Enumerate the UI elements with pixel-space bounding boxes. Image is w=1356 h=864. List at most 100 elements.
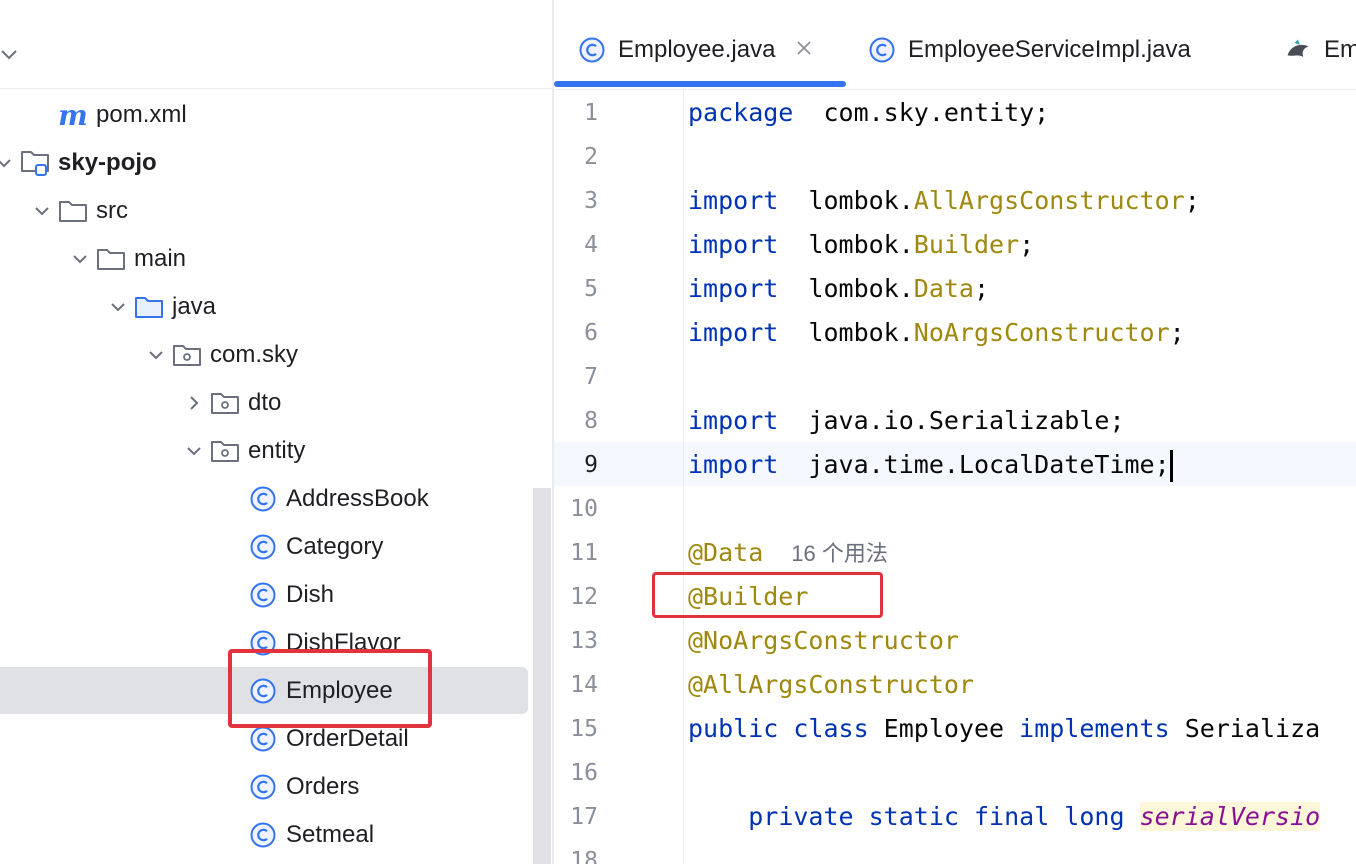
chevron-down-icon[interactable]	[70, 249, 90, 269]
code-line[interactable]: import lombok.AllArgsConstructor;	[688, 179, 1200, 223]
code-line[interactable]: import lombok.Data;	[688, 267, 989, 311]
package-icon	[210, 436, 240, 466]
code-line[interactable]: @NoArgsConstructor	[688, 619, 959, 663]
line-number: 18	[570, 848, 598, 864]
code-token: lombok.	[778, 318, 914, 347]
tab-label: Employee.java	[618, 36, 776, 63]
tab-employee-java[interactable]: Employee.java	[578, 30, 813, 70]
usages-hint[interactable]: 16 个用法	[791, 541, 888, 566]
class-icon	[248, 820, 278, 850]
tree-node-label: Setmeal	[286, 821, 375, 848]
code-line[interactable]: private static final long serialVersio	[688, 795, 1321, 839]
folder-icon	[58, 196, 88, 226]
code-token: lombok.	[778, 186, 914, 215]
keyword-token: import	[688, 318, 779, 347]
field-token: serialVersio	[1139, 802, 1321, 831]
tab-employeeserviceimpl-java[interactable]: EmployeeServiceImpl.java	[868, 30, 1191, 70]
chevron-down-icon[interactable]	[32, 201, 52, 221]
tree-node-category[interactable]: Category	[0, 523, 528, 571]
tab-em[interactable]: Em	[1284, 30, 1356, 70]
tree-node-label: src	[96, 197, 128, 224]
keyword-token: import	[688, 186, 779, 215]
line-number: 5	[584, 276, 598, 302]
tree-node-label: AddressBook	[286, 485, 429, 512]
code-token: java.time.LocalDateTime;	[778, 450, 1170, 479]
chevron-down-icon[interactable]	[0, 44, 20, 71]
tree-node-label: Category	[286, 533, 384, 560]
code-line[interactable]: import lombok.NoArgsConstructor;	[688, 311, 1185, 355]
chevron-down-icon[interactable]	[184, 441, 204, 461]
line-number: 10	[570, 496, 598, 522]
code-token: java.io.Serializable;	[778, 406, 1125, 435]
tree-node-label: dto	[248, 389, 282, 416]
tree-node-pom-xml[interactable]: m pom.xml	[0, 91, 528, 139]
tree-scrollbar[interactable]	[533, 488, 551, 864]
tree-node-sky-pojo[interactable]: sky-pojo	[0, 139, 528, 187]
tree-node-src[interactable]: src	[0, 187, 528, 235]
project-tree-panel: m pom.xml sky-pojo src main java com.sky dto ent…	[0, 0, 552, 864]
tree-node-main[interactable]: main	[0, 235, 528, 283]
keyword-token: import	[688, 274, 779, 303]
code-token: com.sky.entity;	[793, 98, 1050, 127]
line-number: 15	[570, 716, 598, 742]
type-token: AllArgsConstructor	[913, 186, 1185, 215]
keyword-token: private static final long	[748, 802, 1125, 831]
source-folder-icon	[134, 292, 164, 322]
chevron-down-icon[interactable]	[0, 153, 14, 173]
class-icon	[248, 484, 278, 514]
chevron-right-icon[interactable]	[184, 393, 204, 413]
line-number: 16	[570, 760, 598, 786]
tab-label: Em	[1324, 36, 1356, 63]
editor-tab-bar: Employee.java EmployeeServiceImpl.java Em	[554, 0, 1356, 90]
gutter-separator	[683, 90, 684, 864]
tree-node-dto[interactable]: dto	[0, 379, 528, 427]
class-icon	[248, 772, 278, 802]
type-token: Data	[913, 274, 974, 303]
highlight-box-employee	[228, 649, 432, 728]
maven-m-icon: m	[58, 98, 88, 132]
keyword-token: implements	[1019, 714, 1170, 743]
tree-node-addressbook[interactable]: AddressBook	[0, 475, 528, 523]
code-line[interactable]: public class Employee implements Seriali…	[688, 707, 1320, 751]
tree-node-entity[interactable]: entity	[0, 427, 528, 475]
keyword-token: import	[688, 230, 779, 259]
type-token: NoArgsConstructor	[913, 318, 1170, 347]
code-line[interactable]: import java.io.Serializable;	[688, 399, 1125, 443]
keyword-token: import	[688, 450, 779, 479]
code-token: ;	[1169, 318, 1185, 347]
keyword-token: import	[688, 406, 779, 435]
close-tab-icon[interactable]	[795, 36, 813, 64]
tree-node-orders[interactable]: Orders	[0, 763, 528, 811]
text-caret	[1169, 450, 1173, 482]
active-tab-indicator	[554, 81, 846, 87]
line-number: 1	[584, 100, 598, 126]
code-line[interactable]: @AllArgsConstructor	[688, 663, 974, 707]
line-number: 4	[584, 232, 598, 258]
tree-node-dish[interactable]: Dish	[0, 571, 528, 619]
tab-label: EmployeeServiceImpl.java	[908, 36, 1191, 63]
annotation-token: @NoArgsConstructor	[688, 626, 959, 655]
class-icon	[248, 580, 278, 610]
line-number: 8	[584, 408, 598, 434]
code-line[interactable]: import java.time.LocalDateTime;	[688, 443, 1173, 487]
class-icon	[248, 532, 278, 562]
chevron-down-icon[interactable]	[146, 345, 166, 365]
tree-node-java[interactable]: java	[0, 283, 528, 331]
folder-icon	[96, 244, 126, 274]
tree-node-setmeal[interactable]: Setmeal	[0, 811, 528, 859]
tree-node-com-sky[interactable]: com.sky	[0, 331, 528, 379]
module-folder-icon	[20, 148, 50, 178]
package-icon	[172, 340, 202, 370]
code-line[interactable]: @Data 16 个用法	[688, 531, 888, 575]
code-line[interactable]: package com.sky.entity;	[688, 91, 1049, 135]
chevron-down-icon[interactable]	[108, 297, 128, 317]
code-editor[interactable]: Employee.java EmployeeServiceImpl.java Em …	[554, 0, 1356, 864]
annotation-token: @AllArgsConstructor	[688, 670, 974, 699]
line-number: 7	[584, 364, 598, 390]
code-token: lombok.	[778, 230, 914, 259]
class-icon	[868, 36, 896, 64]
code-line[interactable]: import lombok.Builder;	[688, 223, 1034, 267]
tree-node-label: Dish	[286, 581, 335, 608]
